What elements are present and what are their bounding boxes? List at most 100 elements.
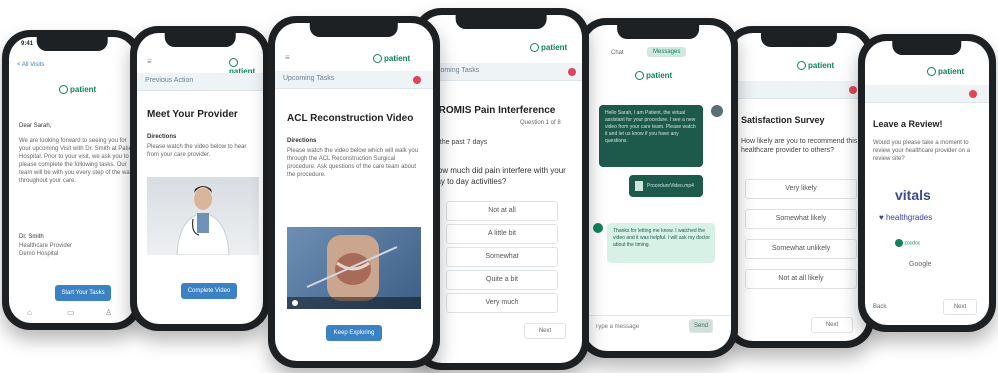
chat-input[interactable] bbox=[593, 320, 687, 334]
answer-option[interactable]: Not at all bbox=[446, 201, 558, 221]
incoming-message-text: Hello Sarah, I am Patient, the virtual a… bbox=[605, 110, 696, 144]
tab-chat[interactable]: Chat bbox=[611, 49, 624, 57]
phone-notch bbox=[309, 23, 399, 37]
back-link[interactable]: < All Visits bbox=[17, 61, 44, 69]
phone-meet-provider-screen: ≡ patient Previous Action Meet Your Prov… bbox=[137, 33, 263, 324]
page-title: Leave a Review! bbox=[873, 119, 943, 129]
provider-video[interactable] bbox=[147, 177, 259, 256]
incoming-message: Hello Sarah, I am Patient, the virtual a… bbox=[599, 105, 703, 167]
user-avatar bbox=[593, 223, 603, 233]
patient-logo-text: patient bbox=[646, 71, 673, 80]
tab-messages[interactable]: Messages bbox=[647, 47, 687, 57]
phone-promis-screen: patient Upcoming Tasks PROMIS Pain Inter… bbox=[420, 15, 582, 363]
page-title: Satisfaction Survey bbox=[741, 115, 825, 125]
doctor-image bbox=[176, 186, 230, 256]
patient-logo-icon bbox=[927, 67, 936, 77]
task-bar[interactable]: Previous Action bbox=[137, 73, 263, 91]
chat-input-row: Send bbox=[585, 315, 731, 338]
page-title: PROMIS Pain Interference bbox=[432, 105, 556, 116]
phone-acl-video-screen: ≡ patient Upcoming Tasks ACL Reconstruct… bbox=[275, 23, 433, 361]
attachment-message[interactable]: ProcedureVideo.mp4 bbox=[629, 175, 703, 197]
notification-dot bbox=[568, 68, 576, 76]
phone-notch bbox=[760, 33, 838, 47]
question-counter: Question 1 of 8 bbox=[520, 120, 561, 126]
answer-option[interactable]: Very likely bbox=[745, 179, 857, 199]
patient-logo-text: patient bbox=[384, 54, 411, 63]
patient-logo-icon bbox=[229, 58, 238, 68]
answer-option[interactable]: Somewhat bbox=[446, 247, 558, 267]
hamburger-icon[interactable]: ≡ bbox=[147, 57, 152, 66]
question-text: How much did pain interfere with your da… bbox=[432, 166, 566, 186]
patient-logo: patient bbox=[635, 71, 673, 81]
patient-logo-icon bbox=[530, 43, 539, 53]
next-button[interactable]: Next bbox=[811, 317, 853, 333]
file-icon bbox=[635, 181, 643, 191]
phone-satisfaction: patient Satisfaction Survey How likely a… bbox=[724, 26, 874, 348]
patient-logo-text: patient bbox=[541, 43, 568, 52]
send-button[interactable]: Send bbox=[689, 319, 713, 333]
notification-dot bbox=[849, 86, 857, 94]
patient-logo-icon bbox=[635, 71, 644, 81]
zocdoc-text: zocdoc bbox=[904, 240, 921, 247]
patient-logo: patient bbox=[373, 54, 411, 64]
answer-option[interactable]: Somewhat unlikely bbox=[745, 239, 857, 259]
status-time: 9:41 bbox=[21, 41, 34, 47]
knee-surgery-image bbox=[287, 235, 421, 309]
phone-notch bbox=[455, 15, 547, 29]
answer-option[interactable]: Very much bbox=[446, 293, 558, 313]
signature-org: Demo Hospital bbox=[19, 251, 59, 257]
patient-logo-text: patient bbox=[70, 85, 97, 94]
patient-logo-icon bbox=[797, 61, 806, 71]
phone-notch bbox=[164, 33, 236, 47]
greeting: Dear Sarah, bbox=[19, 123, 52, 129]
answer-option[interactable]: Not at all likely bbox=[745, 269, 857, 289]
bot-avatar bbox=[711, 105, 723, 117]
zocdoc-icon bbox=[895, 239, 903, 247]
acl-video[interactable] bbox=[287, 227, 421, 309]
answer-option[interactable]: A little bit bbox=[446, 224, 558, 244]
next-button[interactable]: Next bbox=[943, 299, 977, 315]
review-prompt: Would you please take a moment to review… bbox=[873, 140, 971, 162]
complete-video-button[interactable]: Complete Video bbox=[181, 283, 237, 299]
patient-logo-text: patient bbox=[808, 61, 835, 70]
phone-review-screen: patient Leave a Review! Would you please… bbox=[865, 41, 989, 325]
phone-chat: Chat Messages patient Hello Sarah, I am … bbox=[578, 18, 738, 358]
directions-label: Directions bbox=[287, 138, 317, 144]
keep-exploring-button[interactable]: Keep Exploring bbox=[326, 325, 382, 341]
attachment-name: ProcedureVideo.mp4 bbox=[647, 183, 694, 189]
zocdoc-logo[interactable]: zocdoc bbox=[895, 239, 920, 247]
back-button[interactable]: Back bbox=[873, 303, 886, 311]
time-period: In the past 7 days bbox=[432, 139, 488, 146]
signature-name: Dr. Smith bbox=[19, 234, 44, 240]
start-tasks-button[interactable]: Start Your Tasks bbox=[55, 285, 111, 301]
outgoing-message-text: Thanks for letting me know. I watched th… bbox=[613, 228, 710, 248]
google-logo[interactable]: Google bbox=[909, 261, 932, 268]
task-bar[interactable]: Upcoming Tasks bbox=[275, 71, 433, 89]
answer-option[interactable]: Quite a bit bbox=[446, 270, 558, 290]
phone-meet-provider: ≡ patient Previous Action Meet Your Prov… bbox=[130, 26, 270, 331]
answer-option[interactable]: Somewhat likely bbox=[745, 209, 857, 229]
outgoing-message: Thanks for letting me know. I watched th… bbox=[607, 223, 715, 263]
signature-title: Healthcare Provider bbox=[19, 243, 73, 249]
vitals-logo[interactable]: vitals bbox=[895, 187, 931, 203]
task-bar[interactable] bbox=[731, 81, 867, 99]
next-button[interactable]: Next bbox=[524, 323, 566, 339]
directions-text: Please watch the video below to hear fro… bbox=[147, 144, 247, 158]
page-title: Meet Your Provider bbox=[147, 109, 238, 120]
welcome-body: We are looking forward to seeing you for… bbox=[19, 138, 135, 184]
phone-welcome-screen: 9:41 < All Visits patient Dear Sarah, We… bbox=[9, 37, 135, 323]
patient-logo: patient bbox=[797, 61, 835, 71]
survey-question: How likely are you to recommend this hea… bbox=[741, 138, 858, 154]
phone-notch bbox=[36, 37, 108, 51]
task-bar[interactable]: Upcoming Tasks bbox=[420, 63, 582, 81]
phone-notch bbox=[617, 25, 699, 39]
hamburger-icon[interactable]: ≡ bbox=[285, 53, 290, 62]
profile-icon[interactable]: ♙ bbox=[105, 308, 112, 317]
phone-chat-screen: Chat Messages patient Hello Sarah, I am … bbox=[585, 25, 731, 351]
messages-icon[interactable]: ▭ bbox=[67, 308, 75, 317]
patient-logo-icon bbox=[59, 85, 68, 95]
patient-logo-icon bbox=[373, 54, 382, 64]
directions-text: Please watch the video below which will … bbox=[287, 148, 419, 178]
home-icon[interactable]: ⌂ bbox=[27, 308, 32, 317]
healthgrades-logo[interactable]: ♥ healthgrades bbox=[879, 213, 932, 222]
